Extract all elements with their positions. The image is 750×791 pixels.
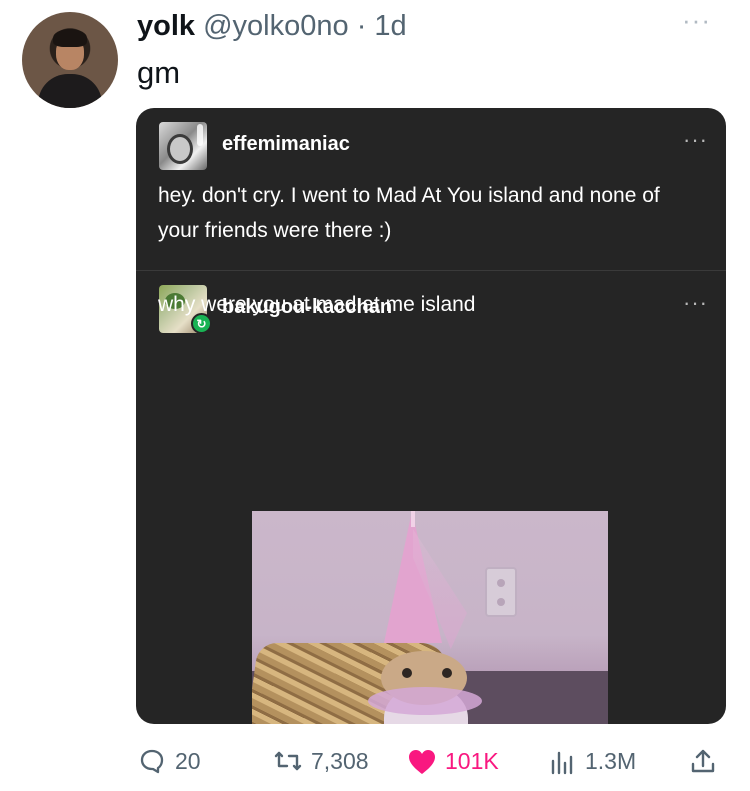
retweet-icon: [273, 746, 303, 776]
tweet-actions: 20 7,308 101K 1.3M: [137, 744, 732, 778]
post1-text: hey. don't cry. I went to Mad At You isl…: [158, 184, 660, 242]
header-separator: ·: [356, 10, 367, 42]
retweet-button[interactable]: 7,308: [273, 744, 369, 778]
post1-more-icon[interactable]: ···: [683, 129, 708, 151]
post-time[interactable]: 1d: [374, 10, 406, 42]
party-hat-tip: [411, 511, 415, 527]
author-handle[interactable]: @yolko0no: [203, 10, 349, 42]
author-name[interactable]: yolk: [137, 10, 195, 42]
share-icon: [688, 746, 718, 776]
avatar-hair: [53, 29, 87, 47]
reply-count: 20: [175, 748, 201, 774]
like-button[interactable]: 101K: [407, 744, 499, 778]
smoke-icon: [197, 124, 203, 146]
embedded-post-card[interactable]: effemimaniac ··· hey. don't cry. I went …: [136, 108, 726, 724]
retweet-count: 7,308: [311, 748, 369, 774]
cat-eyes: [402, 668, 452, 678]
more-options-icon[interactable]: ···: [682, 7, 716, 33]
post2-text: why were you at mad at me island: [158, 293, 476, 316]
effemimaniac-username[interactable]: effemimaniac: [222, 132, 350, 156]
reply-icon: [137, 746, 167, 776]
embedded-post-effemimaniac: effemimaniac ··· hey. don't cry. I went …: [136, 108, 726, 270]
avatar-shirt: [38, 74, 102, 108]
tweet-header: yolk @yolko0no · 1d: [137, 8, 407, 44]
avatar-head: [167, 134, 193, 164]
heart-icon: [407, 746, 437, 776]
wall-outlet: [485, 567, 517, 617]
share-button[interactable]: [688, 744, 718, 778]
embedded-post-bakugou-kacchan: ↻ bakugou-kacchan ··· why were you at ma…: [136, 270, 726, 724]
like-count: 101K: [445, 748, 499, 774]
cat-party-hat-image[interactable]: [252, 511, 608, 724]
views-button[interactable]: 1.3M: [547, 744, 636, 778]
views-icon: [547, 746, 577, 776]
reply-button[interactable]: 20: [137, 744, 201, 778]
tweet-text: gm: [137, 55, 181, 90]
author-avatar[interactable]: [22, 12, 118, 108]
cat-ruffle: [368, 687, 482, 715]
views-count: 1.3M: [585, 748, 637, 774]
cat: [368, 643, 482, 724]
effemimaniac-avatar[interactable]: [159, 122, 207, 170]
